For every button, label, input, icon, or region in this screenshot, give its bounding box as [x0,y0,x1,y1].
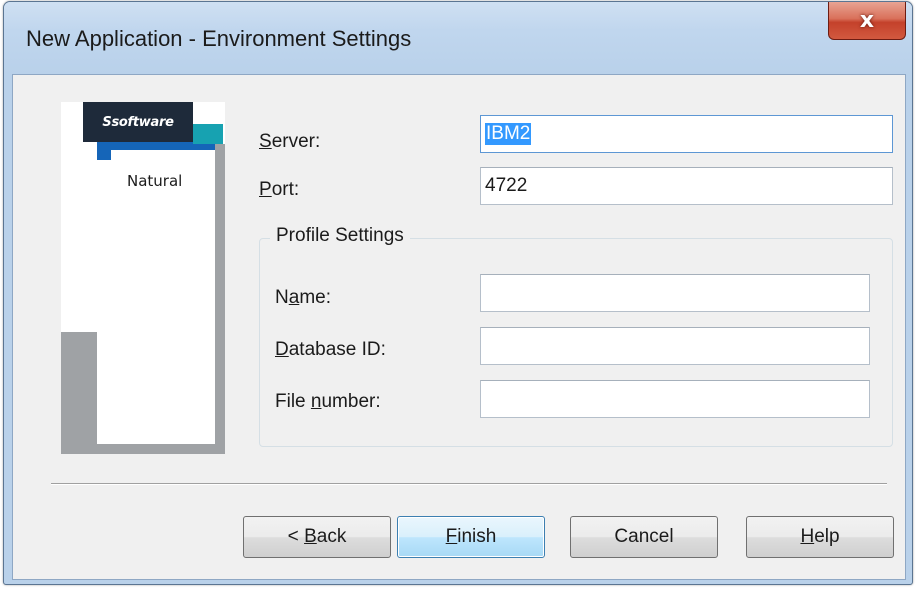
back-button[interactable]: < Back [243,516,391,558]
name-label-text: me: [299,287,331,308]
dialog-client-area: S software Natural Server: IBM2 Port: 47… [12,74,906,580]
window-title: New Application - Environment Settings [26,26,412,51]
banner-gray-bar [61,332,97,454]
software-ag-logo: S software [83,102,193,142]
file-number-label-text: umber: [321,391,381,412]
finish-button-label: inish [457,526,497,547]
file-number-label-accel: n [310,391,322,412]
product-banner: S software Natural [61,102,225,454]
database-id-input[interactable] [480,327,870,365]
port-label: Port: [259,179,299,201]
help-button-label: elp [814,526,840,547]
database-id-label-text: atabase ID: [288,339,386,360]
logo-product-name: Natural [127,172,183,190]
back-button-label: ack [316,526,347,547]
file-number-input[interactable] [480,380,870,418]
server-input-value: IBM2 [485,123,532,145]
finish-button-accel: F [445,526,458,547]
server-input[interactable]: IBM2 [480,115,893,153]
back-button-accel: B [304,526,317,547]
finish-button[interactable]: Finish [397,516,545,558]
close-button[interactable]: x [828,2,906,40]
server-label-accel: S [259,131,272,152]
help-button-accel: H [800,526,815,547]
cancel-button-label: Cancel [614,526,674,547]
name-label-pre: N [275,287,289,308]
logo-brand-text: software [111,114,174,130]
help-button[interactable]: Help [746,516,894,558]
button-separator [51,483,887,485]
file-number-label-pre: File [275,391,311,412]
close-icon: x [859,8,875,33]
back-button-prefix: < [287,526,299,547]
dialog-window: New Application - Environment Settings x… [3,1,913,585]
database-id-label: Database ID: [275,339,386,361]
file-number-label: File number: [275,391,381,413]
banner-gray-bottom [97,444,225,454]
banner-gray-right [215,144,225,454]
port-input[interactable]: 4722 [480,167,893,205]
logo-brand-mark: S [102,114,112,130]
profile-settings-title: Profile Settings [270,225,410,247]
name-input[interactable] [480,274,870,312]
port-label-text: ort: [271,179,300,200]
banner-notch [111,150,215,162]
banner-teal-block [193,124,223,144]
name-label-accel: a [288,287,300,308]
server-label-text: erver: [271,131,321,152]
server-label: Server: [259,131,320,153]
cancel-button[interactable]: Cancel [570,516,718,558]
name-label: Name: [275,287,331,309]
title-bar[interactable]: New Application - Environment Settings x [4,2,912,74]
port-label-accel: P [259,179,272,200]
port-input-value: 4722 [485,175,528,196]
database-id-label-accel: D [275,339,289,360]
